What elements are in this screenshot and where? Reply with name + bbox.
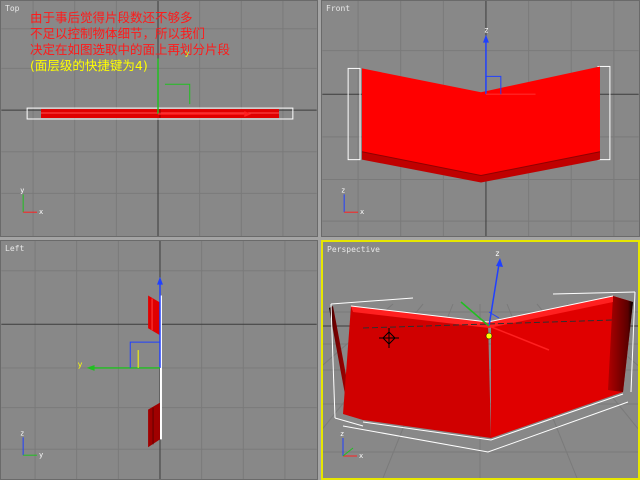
selected-face-lower[interactable] [148,402,160,448]
annotation-line-3: 决定在如图选取中的面上再划分片段 [30,42,231,57]
svg-text:x: x [39,208,43,216]
svg-text:x: x [360,208,364,216]
object-perspective-view[interactable] [329,295,633,441]
object-front-view[interactable] [347,65,611,183]
grid [1,241,317,479]
viewport-front[interactable]: Front z x z [321,0,640,237]
front-view-canvas[interactable]: z x z [322,1,639,236]
axis-tripod: x z [341,186,364,216]
annotation-line-2: 不足以控制物体细节，所以我们 [30,26,206,41]
selected-face-upper[interactable] [148,295,160,336]
viewport-label-left[interactable]: Left [5,244,24,253]
gizmo-y-label: y [78,360,83,369]
viewport-label-front[interactable]: Front [326,4,350,13]
perspective-view-canvas[interactable]: z x z [323,242,638,478]
grid-home-lines [1,241,317,479]
axis-tripod: x z [340,430,363,460]
viewport-left[interactable]: Left y y z [0,240,318,480]
viewport-label-perspective[interactable]: Perspective [327,245,380,254]
svg-text:z: z [484,26,489,35]
axis-tripod: x y [20,186,43,216]
viewport-perspective[interactable]: Perspective z x z [321,240,640,480]
viewport-label-top[interactable]: Top [5,4,19,13]
object-left-view[interactable] [148,295,162,448]
annotation-line-4: (面层级的快捷键为4) [30,58,148,73]
svg-text:z: z [495,249,500,258]
svg-text:x: x [359,452,363,460]
svg-text:z: z [341,186,345,194]
svg-text:z: z [20,429,24,437]
svg-text:y: y [39,451,43,459]
left-view-canvas[interactable]: y y z [1,241,317,479]
svg-text:z: z [340,430,344,438]
tutorial-annotation: 由于事后觉得片段数还不够多 不足以控制物体细节，所以我们 决定在如图选取中的面上… [30,10,230,74]
svg-text:y: y [20,186,24,194]
axis-tripod: y z [20,429,43,459]
annotation-line-1: 由于事后觉得片段数还不够多 [30,10,193,25]
